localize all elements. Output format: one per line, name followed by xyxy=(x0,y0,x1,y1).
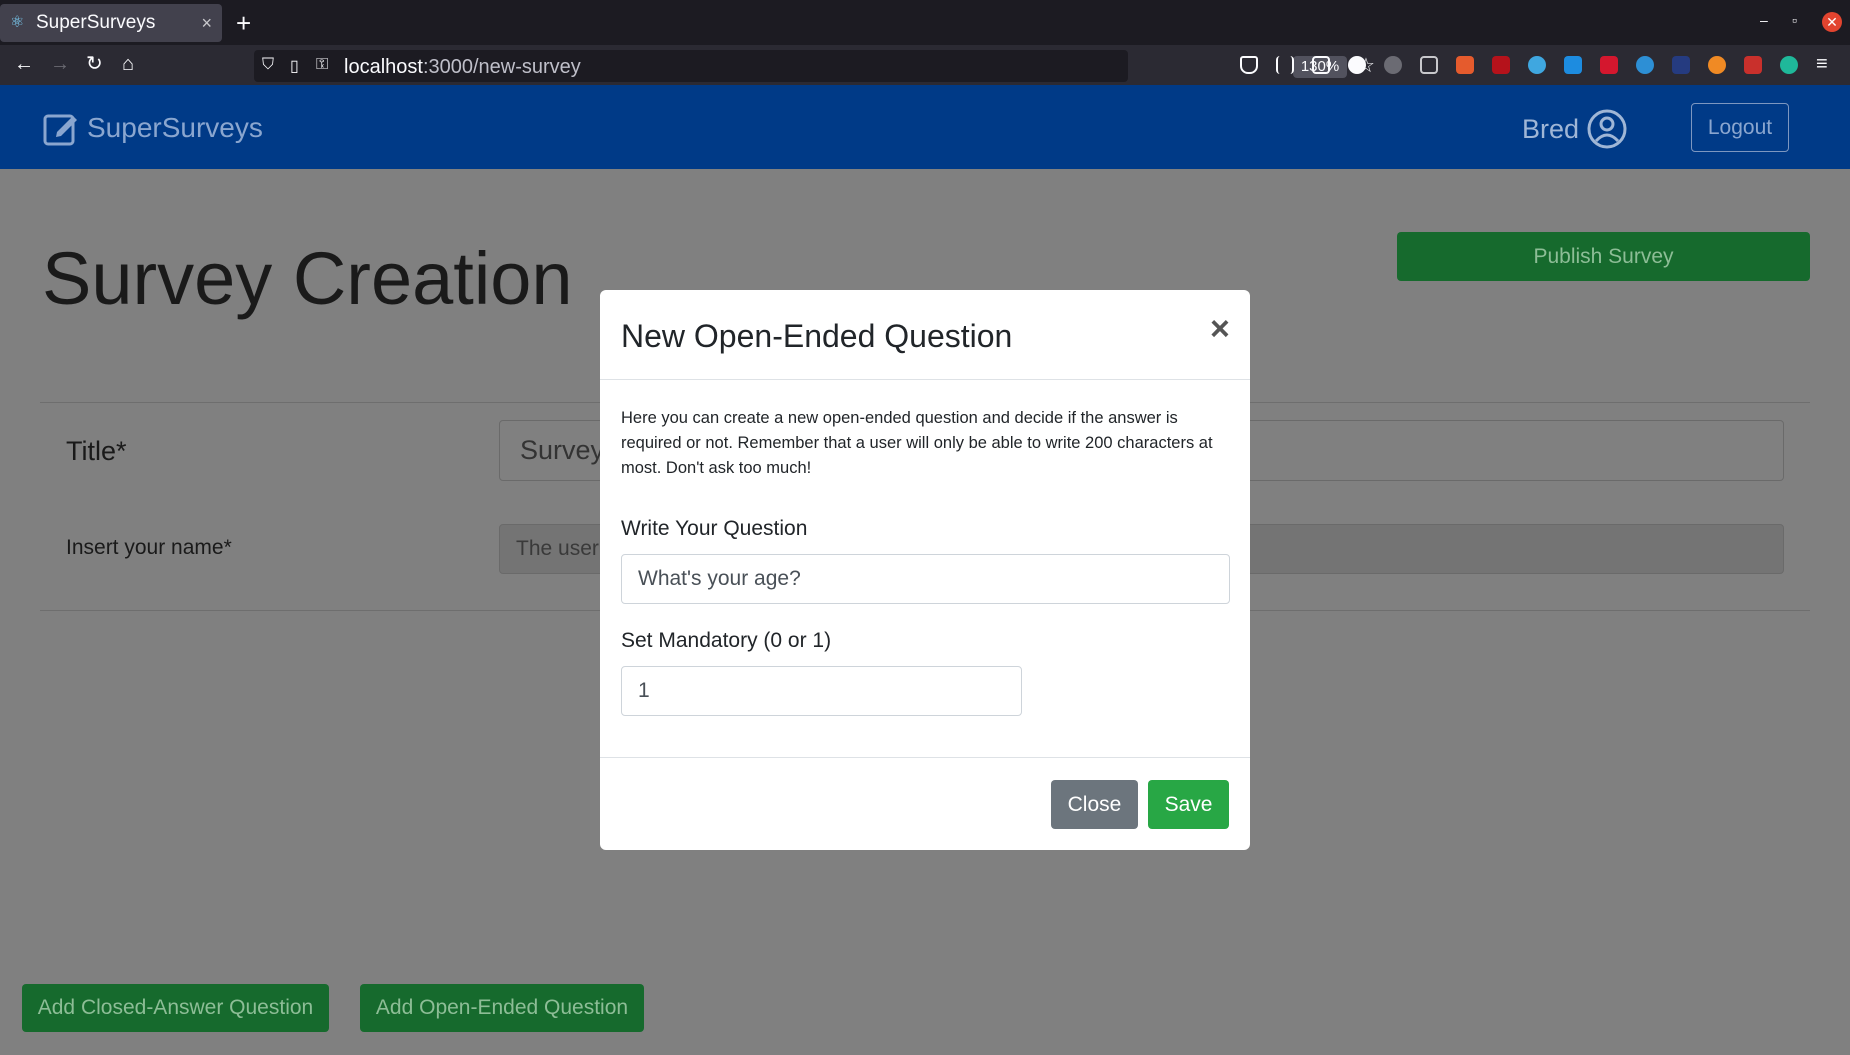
modal-close-icon[interactable]: × xyxy=(1210,312,1230,346)
browser-tab[interactable]: ⚛ SuperSurveys × xyxy=(0,4,222,42)
user-circle-icon xyxy=(1587,109,1627,149)
brand[interactable]: SuperSurveys xyxy=(43,110,263,146)
url-bar[interactable]: ⛉ ▯ ⚿ localhost:3000/new-survey 130% ☆ xyxy=(254,50,1375,82)
modal-header-divider xyxy=(600,379,1250,380)
sidebar-icon[interactable] xyxy=(1312,56,1330,74)
logout-button[interactable]: Logout xyxy=(1691,103,1789,152)
modal-title: New Open-Ended Question xyxy=(621,318,1013,354)
title-label: Title* xyxy=(66,436,127,466)
question-input[interactable]: What's your age? xyxy=(621,554,1230,604)
url-host: localhost xyxy=(344,56,423,78)
page-icon[interactable]: ▯ xyxy=(290,56,299,76)
mandatory-label: Set Mandatory (0 or 1) xyxy=(621,629,832,652)
url-path: :3000/new-survey xyxy=(422,56,581,78)
extension-video-icon[interactable] xyxy=(1600,56,1618,74)
key-icon[interactable]: ⚿ xyxy=(316,56,328,74)
window-close-icon[interactable]: ✕ xyxy=(1822,12,1842,32)
tab-close-icon[interactable]: × xyxy=(201,13,212,34)
pocket-icon[interactable] xyxy=(1240,56,1258,74)
mandatory-input[interactable]: 1 xyxy=(621,666,1022,716)
page-title: Survey Creation xyxy=(42,237,573,320)
app-header: SuperSurveys Bred Logout xyxy=(0,85,1850,169)
restore-icon[interactable]: ▫ xyxy=(1792,12,1797,28)
new-tab-button[interactable]: + xyxy=(236,8,251,38)
save-button[interactable]: Save xyxy=(1148,780,1229,829)
publish-survey-button[interactable]: Publish Survey xyxy=(1397,232,1810,281)
library-icon[interactable] xyxy=(1276,56,1294,74)
username: Bred xyxy=(1522,113,1580,144)
react-favicon-icon: ⚛ xyxy=(10,14,25,31)
extension-green-icon[interactable] xyxy=(1780,56,1798,74)
browser-tab-bar: ⚛ SuperSurveys × + – ▫ ✕ xyxy=(0,0,1850,45)
add-open-question-button[interactable]: Add Open-Ended Question xyxy=(360,984,644,1032)
edit-square-icon xyxy=(43,114,77,146)
question-label: Write Your Question xyxy=(621,517,808,540)
url-text[interactable]: localhost:3000/new-survey xyxy=(344,56,581,79)
modal-description: Here you can create a new open-ended que… xyxy=(621,409,1213,477)
extension-a-icon[interactable] xyxy=(1348,56,1366,74)
modal-footer-divider xyxy=(600,757,1250,758)
paypal-icon[interactable] xyxy=(1672,56,1690,74)
back-icon[interactable]: ← xyxy=(14,53,34,75)
add-closed-question-button[interactable]: Add Closed-Answer Question xyxy=(22,984,329,1032)
extension-mask-icon[interactable] xyxy=(1384,56,1402,74)
tab-title: SuperSurveys xyxy=(36,12,156,33)
open-question-modal: New Open-Ended Question × Here you can c… xyxy=(600,290,1250,850)
user-info[interactable]: Bred xyxy=(1522,109,1627,149)
home-icon[interactable]: ⌂ xyxy=(122,53,134,75)
reload-icon[interactable]: ↻ xyxy=(86,53,103,75)
extension-puzzle-icon[interactable] xyxy=(1636,56,1654,74)
extension-flag-icon[interactable] xyxy=(1456,56,1474,74)
forward-icon[interactable]: → xyxy=(50,53,70,75)
extension-s-icon[interactable] xyxy=(1564,56,1582,74)
minimize-icon[interactable]: – xyxy=(1760,12,1768,28)
extension-orange-icon[interactable] xyxy=(1708,56,1726,74)
extension-cloud-icon[interactable] xyxy=(1528,56,1546,74)
brand-name: SuperSurveys xyxy=(87,112,263,143)
ublock-icon[interactable] xyxy=(1492,56,1510,74)
close-button[interactable]: Close xyxy=(1051,780,1138,829)
browser-nav-bar: ← → ↻ ⌂ ⛉ ▯ ⚿ localhost:3000/new-survey … xyxy=(0,45,1850,85)
extension-red-icon[interactable] xyxy=(1744,56,1762,74)
shield-icon[interactable]: ⛉ xyxy=(262,56,274,74)
extension-code-icon[interactable] xyxy=(1420,56,1438,74)
name-label: Insert your name* xyxy=(66,536,232,559)
menu-icon[interactable]: ≡ xyxy=(1816,53,1828,75)
